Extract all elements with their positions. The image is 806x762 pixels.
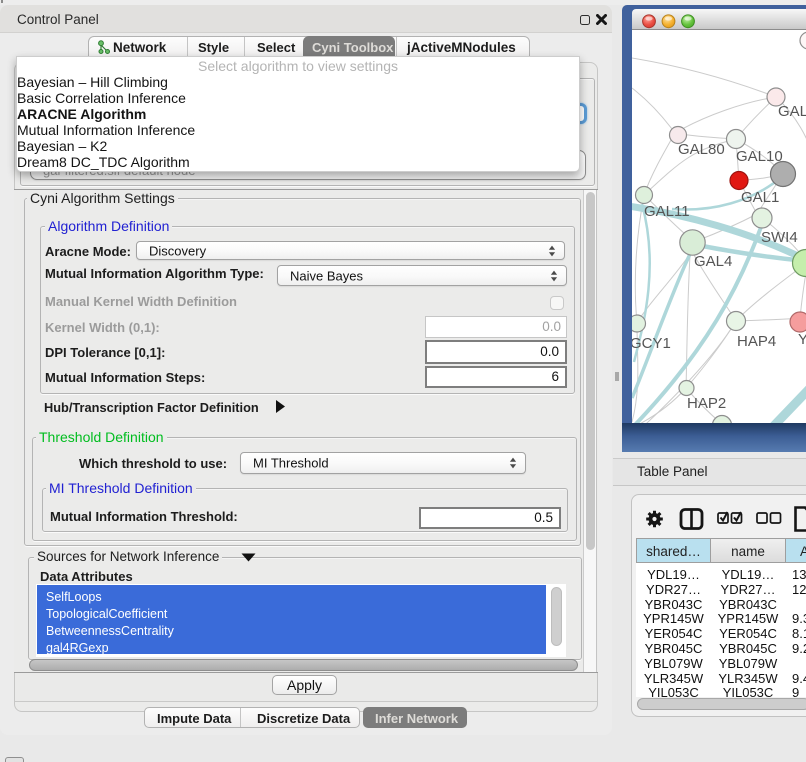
svg-text:HAP4: HAP4: [737, 333, 776, 350]
svg-text:YJ: YJ: [798, 331, 806, 348]
svg-text:GAL10: GAL10: [736, 148, 783, 165]
svg-text:HAP2: HAP2: [687, 395, 726, 412]
svg-text:GAL80: GAL80: [678, 141, 725, 158]
svg-text:GAL11: GAL11: [644, 203, 690, 220]
svg-text:GAL1: GAL1: [741, 189, 779, 206]
svg-text:SWI4: SWI4: [761, 229, 798, 246]
svg-text:GAL4: GAL4: [694, 253, 732, 270]
svg-text:GAL7: GAL7: [778, 103, 806, 120]
svg-text:GCY1: GCY1: [632, 335, 671, 352]
